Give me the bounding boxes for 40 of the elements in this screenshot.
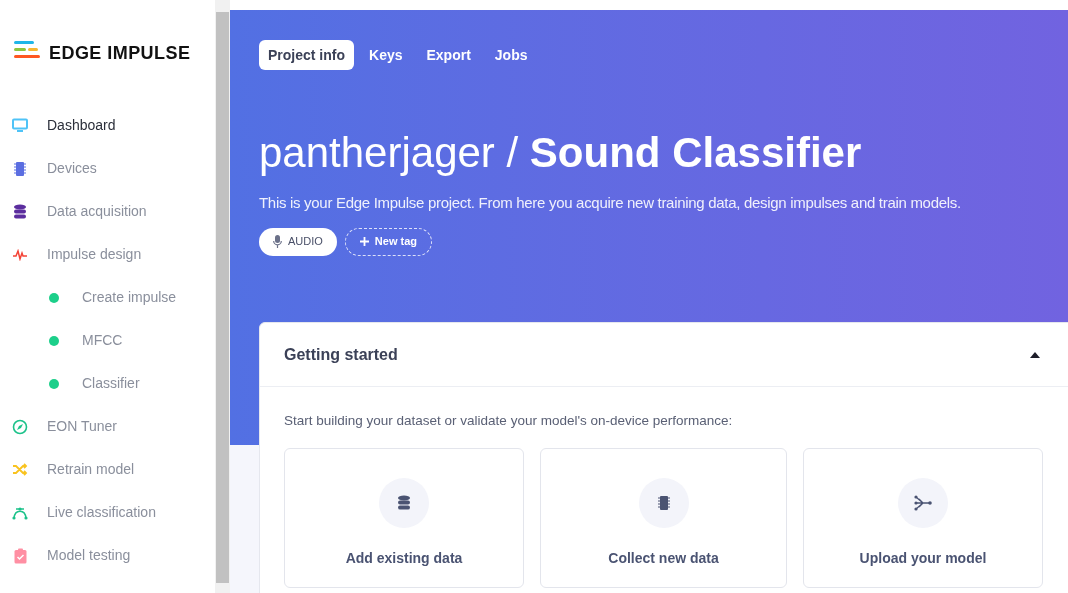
sidebar-item[interactable]: Create impulse (0, 276, 215, 319)
clipboard-check-icon (13, 547, 27, 564)
card-intro: Start building your dataset or validate your model's on-device performance: (283, 412, 734, 430)
tag-chip[interactable]: AUDIO (259, 227, 337, 256)
monitor-icon (12, 118, 28, 133)
project-description: This is your Edge Impulse project. From here you acquire new training data, design impulses and train models. (259, 193, 962, 213)
tab[interactable]: Export (417, 40, 480, 70)
sidebar-item[interactable]: MFCC (0, 319, 215, 362)
tab[interactable]: Keys (360, 40, 412, 70)
chip-icon (657, 495, 670, 512)
logo-icon (13, 40, 41, 60)
project-title: pantherjager / Sound Classifier (259, 132, 863, 174)
network-icon (914, 495, 932, 512)
sidebar-item[interactable]: Retrain model (0, 448, 215, 491)
compass-icon (12, 418, 28, 435)
database-icon (13, 203, 27, 220)
sidebar-item[interactable]: Model testing (0, 534, 215, 577)
plus-icon (359, 237, 369, 246)
microphone-icon (273, 235, 282, 248)
shuffle-icon (12, 463, 28, 476)
sidebar-item[interactable]: Dashboard (0, 104, 215, 147)
tab[interactable]: Jobs (485, 40, 537, 70)
scrollbar-thumb[interactable] (216, 12, 229, 583)
logo-text: EDGE IMPULSE (49, 42, 191, 65)
database-icon (397, 495, 411, 512)
sidebar-item[interactable]: Devices (0, 147, 215, 190)
sidebar-item[interactable]: Impulse design (0, 233, 215, 276)
tab[interactable]: Project info (259, 40, 354, 70)
action-tile[interactable]: Collect new data (540, 448, 787, 589)
sidebar-item[interactable]: Classifier (0, 362, 215, 405)
action-tile[interactable]: Add existing data (284, 448, 524, 589)
sidebar-item[interactable]: Data acquisition (0, 190, 215, 233)
chip-icon (13, 160, 27, 177)
caret-icon[interactable] (1030, 351, 1040, 358)
sidebar-item[interactable]: Live classification (0, 491, 215, 534)
card-title: Getting started (284, 344, 398, 365)
pulse-icon (12, 248, 28, 261)
curve-icon (12, 505, 28, 520)
action-tile[interactable]: Upload your model (803, 448, 1043, 589)
sidebar-item[interactable]: EON Tuner (0, 405, 215, 448)
